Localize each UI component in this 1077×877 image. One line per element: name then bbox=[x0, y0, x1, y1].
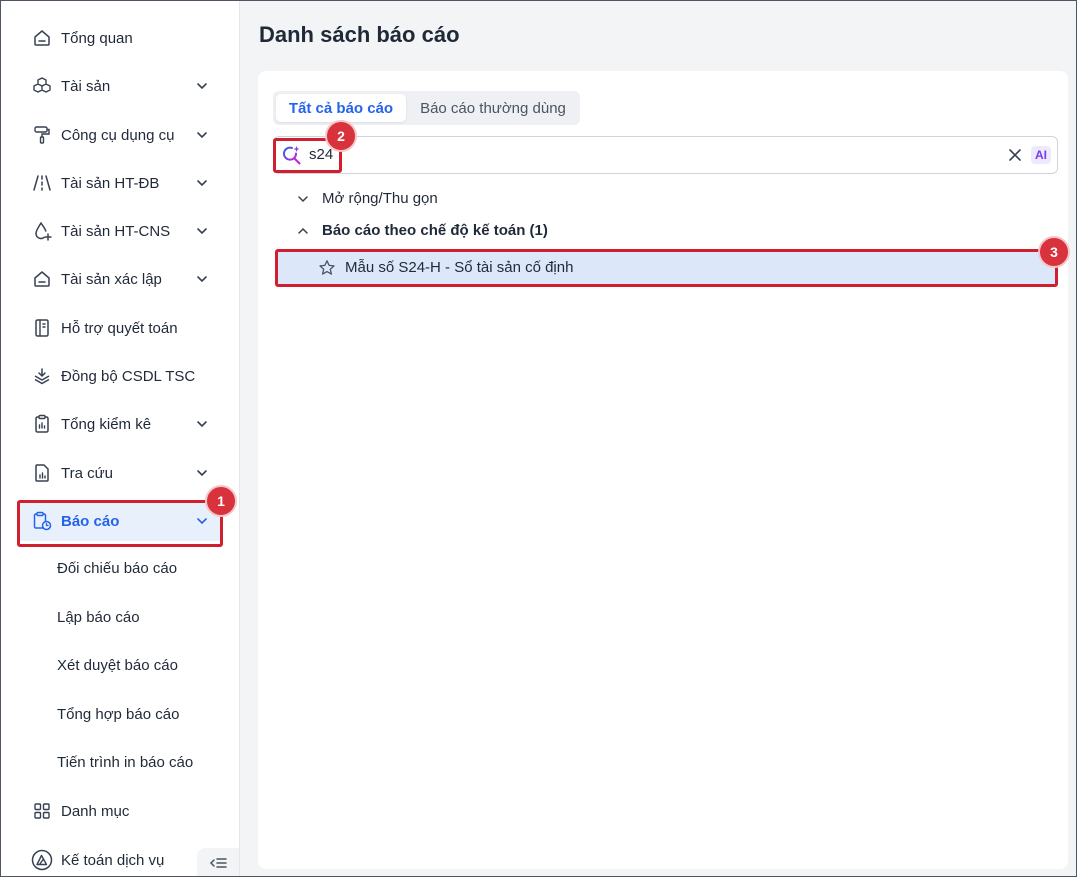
sidebar-item-tong-kiem-ke[interactable]: Tổng kiểm kê bbox=[19, 404, 221, 444]
report-tabs: Tất cả báo cáo Báo cáo thường dùng bbox=[273, 91, 580, 125]
sidebar-item-tai-san-ht-db[interactable]: Tài sản HT-ĐB bbox=[19, 163, 221, 203]
sidebar-subitem-tien-trinh-in-bao-cao[interactable]: Tiến trình in báo cáo bbox=[57, 754, 193, 771]
sidebar-item-label: Tài sản HT-CNS bbox=[61, 222, 171, 240]
sidebar: Tổng quan Tài sản Công cụ dụng cụ Tài sả… bbox=[1, 1, 240, 876]
chevron-up-icon bbox=[298, 227, 308, 234]
star-icon[interactable] bbox=[318, 259, 336, 277]
report-result-label: Mẫu số S24-H - Sổ tài sản cố định bbox=[345, 259, 574, 276]
expand-collapse-label: Mở rộng/Thu gọn bbox=[322, 190, 438, 207]
sidebar-item-label: Báo cáo bbox=[61, 512, 120, 530]
sidebar-item-danh-muc[interactable]: Danh mục bbox=[19, 791, 221, 831]
chevron-down-icon bbox=[197, 421, 207, 428]
step-badge-1: 1 bbox=[205, 485, 237, 517]
sidebar-item-tai-san-xac-lap[interactable]: Tài sản xác lập bbox=[19, 259, 221, 299]
water-drop-icon bbox=[31, 220, 53, 242]
chevron-down-icon bbox=[197, 132, 207, 139]
report-group-row[interactable]: Báo cáo theo chế độ kế toán (1) bbox=[296, 222, 548, 239]
sidebar-item-label: Tra cứu bbox=[61, 464, 113, 482]
notebook-icon bbox=[31, 317, 53, 339]
layers-icon bbox=[31, 365, 53, 387]
home-icon bbox=[31, 27, 53, 49]
sidebar-subitem-lap-bao-cao[interactable]: Lập báo cáo bbox=[57, 609, 140, 626]
report-result-row[interactable]: Mẫu số S24-H - Sổ tài sản cố định bbox=[278, 251, 1056, 284]
sidebar-item-label: Danh mục bbox=[61, 802, 130, 820]
report-clock-icon bbox=[31, 510, 53, 532]
chevron-down-icon bbox=[197, 276, 207, 283]
expand-collapse-toggle[interactable]: Mở rộng/Thu gọn bbox=[296, 190, 438, 207]
paint-roller-icon bbox=[31, 124, 53, 146]
close-icon[interactable] bbox=[1008, 148, 1022, 162]
sidebar-item-tong-quan[interactable]: Tổng quan bbox=[19, 18, 221, 58]
sidebar-item-dong-bo-csdl-tsc[interactable]: Đồng bộ CSDL TSC bbox=[19, 356, 221, 396]
sidebar-item-label: Tổng kiểm kê bbox=[61, 415, 152, 433]
boxes-icon bbox=[31, 75, 53, 97]
grid-icon bbox=[31, 800, 53, 822]
file-chart-icon bbox=[31, 462, 53, 484]
sidebar-item-label: Tài sản bbox=[61, 77, 111, 95]
sidebar-item-label: Kế toán dịch vụ bbox=[61, 851, 165, 869]
sidebar-item-tai-san[interactable]: Tài sản bbox=[19, 66, 221, 106]
ai-search-icon bbox=[283, 146, 301, 165]
chevron-down-icon bbox=[197, 83, 207, 90]
sidebar-item-tra-cuu[interactable]: Tra cứu bbox=[19, 453, 221, 493]
sidebar-subitem-doi-chieu-bao-cao[interactable]: Đối chiếu báo cáo bbox=[57, 560, 177, 577]
chevron-down-icon bbox=[197, 470, 207, 477]
page-title: Danh sách báo cáo bbox=[259, 22, 460, 47]
ai-search-toggle[interactable]: AI bbox=[1031, 146, 1051, 164]
step-badge-3: 3 bbox=[1038, 236, 1070, 268]
sidebar-subitem-xet-duyet-bao-cao[interactable]: Xét duyệt báo cáo bbox=[57, 657, 178, 674]
chevron-down-icon bbox=[197, 228, 207, 235]
search-input[interactable] bbox=[309, 146, 989, 163]
sidebar-item-label: Hỗ trợ quyết toán bbox=[61, 319, 178, 337]
chevron-down-icon bbox=[197, 518, 207, 525]
sidebar-item-tai-san-ht-cns[interactable]: Tài sản HT-CNS bbox=[19, 211, 221, 251]
chevron-down-icon bbox=[197, 180, 207, 187]
sidebar-item-label: Tổng quan bbox=[61, 29, 133, 47]
triangle-logo-icon bbox=[31, 849, 53, 871]
road-icon bbox=[31, 172, 53, 194]
sidebar-item-bao-cao[interactable]: Báo cáo bbox=[19, 501, 221, 541]
collapse-sidebar-button[interactable] bbox=[197, 848, 239, 877]
collapse-menu-icon bbox=[209, 858, 227, 868]
step-badge-2: 2 bbox=[325, 120, 357, 152]
sidebar-item-label: Tài sản xác lập bbox=[61, 270, 162, 288]
tab-all-reports[interactable]: Tất cả báo cáo bbox=[276, 94, 406, 122]
chevron-down-icon bbox=[298, 195, 308, 202]
home-icon bbox=[31, 268, 53, 290]
sidebar-item-cong-cu-dung-cu[interactable]: Công cụ dụng cụ bbox=[19, 115, 221, 155]
report-group-label: Báo cáo theo chế độ kế toán (1) bbox=[322, 222, 548, 239]
sidebar-item-label: Đồng bộ CSDL TSC bbox=[61, 367, 196, 385]
report-search-box: AI bbox=[273, 136, 1058, 174]
sidebar-item-label: Tài sản HT-ĐB bbox=[61, 174, 160, 192]
sidebar-subitem-tong-hop-bao-cao[interactable]: Tổng hợp báo cáo bbox=[57, 706, 179, 723]
sidebar-item-label: Công cụ dụng cụ bbox=[61, 126, 175, 144]
tab-frequent-reports[interactable]: Báo cáo thường dùng bbox=[410, 94, 576, 122]
sidebar-item-ho-tro-quyet-toan[interactable]: Hỗ trợ quyết toán bbox=[19, 308, 221, 348]
clipboard-icon bbox=[31, 413, 53, 435]
sidebar-item-ke-toan-dich-vu[interactable]: Kế toán dịch vụ bbox=[19, 840, 221, 877]
